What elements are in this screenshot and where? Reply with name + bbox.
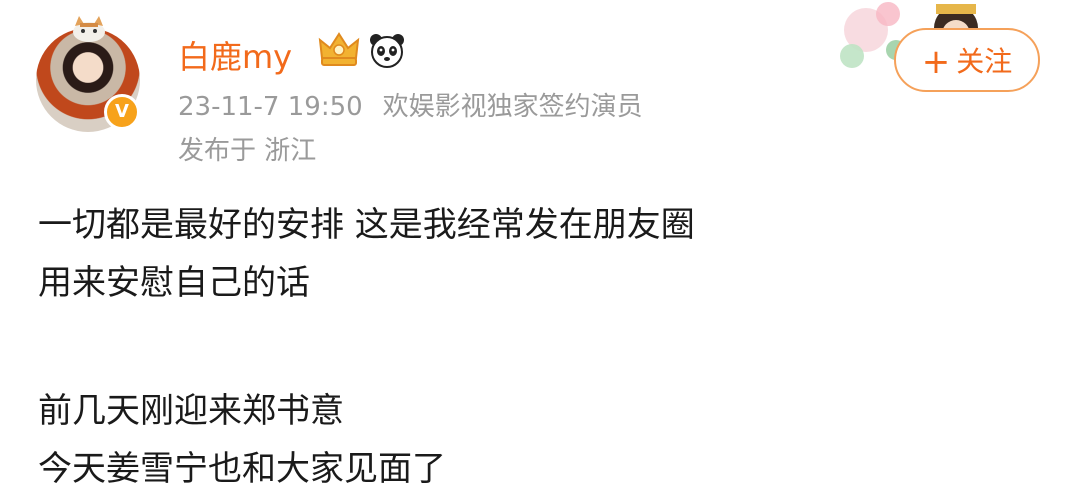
- verified-icon: V: [104, 94, 140, 130]
- follow-button[interactable]: + 关注: [894, 28, 1040, 92]
- author-name[interactable]: 白鹿my: [178, 32, 292, 78]
- post-text-line: 今天姜雪宁也和大家见面了: [38, 449, 446, 489]
- post-text-line: 前几天刚迎来郑书意: [38, 391, 344, 431]
- post-text-line: 用来安慰自己的话: [38, 263, 310, 303]
- follow-label: 关注: [956, 45, 1013, 78]
- post-source: 欢娱影视独家签约演员: [382, 92, 643, 122]
- post-text-line: 一切都是最好的安排 这是我经常发在朋友圈: [38, 205, 695, 245]
- avatar-container[interactable]: V: [36, 14, 152, 132]
- panda-badge-icon[interactable]: [368, 32, 406, 68]
- post-location: 发布于 浙江: [178, 136, 317, 166]
- post-meta: 23-11-7 19:50 欢娱影视独家签约演员: [178, 86, 643, 123]
- cat-avatar-decoration-icon: [73, 16, 105, 42]
- post-content: 一切都是最好的安排 这是我经常发在朋友圈 用来安慰自己的话 前几天刚迎来郑书意 …: [38, 196, 1038, 498]
- post-timestamp[interactable]: 23-11-7 19:50: [178, 92, 363, 122]
- plus-icon: +: [921, 42, 951, 82]
- crown-badge-icon[interactable]: [316, 30, 362, 70]
